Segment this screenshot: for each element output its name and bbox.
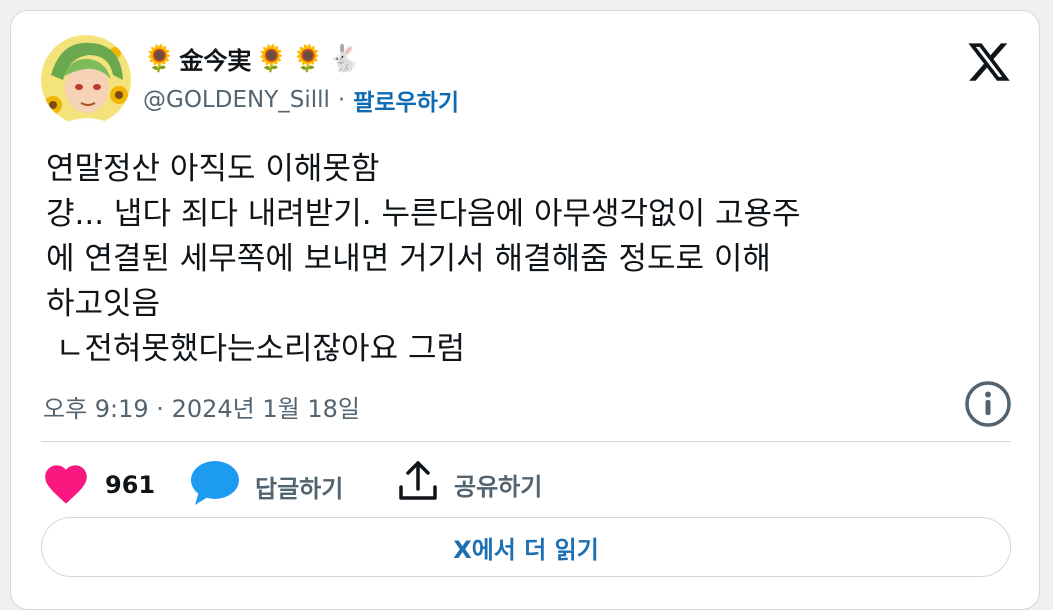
tweet-line: 하고잇음 [46, 286, 161, 322]
reply-button[interactable]: 답글하기 [189, 459, 343, 513]
sunflower-emoji: 🌻 [291, 43, 325, 74]
tweet-text: 연말정산 아직도 이해못함 걍... 냅다 죄다 내려받기. 누른다음에 아무생… [46, 147, 1021, 372]
tweet-line: 연말정산 아직도 이해못함 [46, 151, 380, 187]
reply-bubble-icon [189, 459, 241, 513]
heart-icon [41, 459, 91, 511]
handle-row: @GOLDENY_Silll · 팔로우하기 [143, 83, 459, 117]
x-logo-icon[interactable] [966, 39, 1012, 85]
share-button[interactable]: 공유하기 [396, 459, 542, 509]
separator-dot: · [337, 87, 346, 113]
tweet-line: 에 연결된 세무쪽에 보내면 거기서 해결해줌 정도로 이해 [46, 241, 771, 277]
display-name-row[interactable]: 🌻 金今実 🌻 🌻 🐇 [143, 41, 361, 76]
sunflower-emoji: 🌻 [255, 43, 288, 74]
rabbit-emoji: 🐇 [328, 43, 361, 74]
like-button[interactable]: 961 [41, 459, 155, 511]
tweet-line: 걍... 냅다 죄다 내려받기. 누른다음에 아무생각없이 고용주 [46, 196, 801, 232]
like-count: 961 [105, 471, 156, 499]
read-more-button[interactable]: X에서 더 읽기 [41, 517, 1011, 577]
display-name: 金今実 [179, 47, 252, 75]
sunflower-emoji: 🌻 [143, 43, 176, 74]
tweet-card: 🌻 金今実 🌻 🌻 🐇 @GOLDENY_Silll · 팔로우하기 연말정산 … [10, 10, 1040, 610]
tweet-timestamp[interactable]: 오후 9:19 · 2024년 1월 18일 [43, 389, 360, 424]
reply-label: 답글하기 [255, 474, 344, 503]
share-label: 공유하기 [454, 472, 543, 501]
user-handle[interactable]: @GOLDENY_Silll [143, 87, 330, 113]
follow-button[interactable]: 팔로우하기 [353, 83, 459, 117]
tweet-line: ㄴ전혀못했다는소리잖아요 그럼 [46, 331, 465, 367]
avatar[interactable] [41, 35, 131, 125]
info-icon[interactable] [963, 379, 1013, 429]
divider [41, 441, 1011, 442]
share-icon [396, 459, 440, 509]
